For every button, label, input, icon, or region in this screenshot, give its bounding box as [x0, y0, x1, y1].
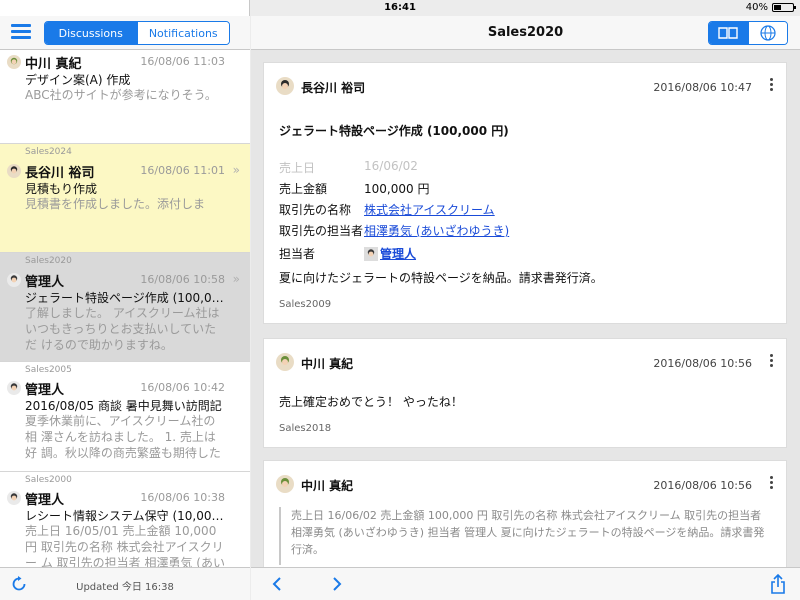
item-preview: ABC社のサイトが参考になりそう。	[25, 88, 217, 102]
status-right: 40%	[745, 2, 796, 13]
chevron-right-icon: »	[232, 163, 240, 177]
battery-percent: 40%	[745, 2, 768, 13]
updated-label: Updated 今日 16:38	[76, 582, 174, 593]
client-name-link[interactable]: 株式会社アイスクリーム	[364, 201, 495, 218]
post-body: 売上確定おめでとう！ やったね！	[279, 395, 463, 409]
post-date: 2016/08/06 10:56	[653, 357, 752, 370]
field-label: 売上金額	[279, 182, 328, 196]
field-label: 取引先の担当者	[279, 224, 364, 238]
detail-content: 長谷川 裕司 2016/08/06 10:47 ジェラート特設ページ作成 (10…	[251, 50, 800, 567]
tab-notifications[interactable]: Notifications	[136, 22, 229, 44]
globe-icon[interactable]	[747, 22, 787, 44]
item-author: 管理人	[25, 275, 65, 290]
avatar	[7, 55, 21, 69]
list-item[interactable]: Sales2024 長谷川 裕司 16/08/06 11:01 » 見積もり作成…	[0, 144, 250, 253]
item-group: Sales2024	[25, 147, 72, 157]
list-item[interactable]: 中川 真紀 16/08/06 11:03 デザイン案(A) 作成 ABC社のサイ…	[0, 50, 250, 144]
detail-footer	[251, 567, 800, 600]
item-subject: 2016/08/05 商談 暑中見舞い訪問記	[25, 399, 222, 413]
list-item[interactable]: Sales2020 管理人 16/08/06 10:58 » ジェラート特設ペー…	[0, 253, 250, 362]
item-date: 16/08/06 10:38	[140, 491, 225, 504]
post-card: 長谷川 裕司 2016/08/06 10:47 ジェラート特設ページ作成 (10…	[263, 62, 787, 324]
item-subject: レシート情報システム保守 (10,000...	[25, 509, 226, 523]
quoted-post: 売上日 16/06/02 売上金額 100,000 円 取引先の名称 株式会社ア…	[279, 507, 767, 565]
discussion-list: 中川 真紀 16/08/06 11:03 デザイン案(A) 作成 ABC社のサイ…	[0, 50, 250, 567]
item-date: 16/08/06 11:03	[140, 55, 225, 68]
discussion-list-pane: Discussions Notifications 中川 真紀 16/08/06…	[0, 0, 250, 600]
field-value: 16/06/02	[364, 159, 418, 173]
owner-value: 管理人	[364, 245, 416, 262]
post-group: Sales2018	[279, 423, 332, 434]
post-date: 2016/08/06 10:47	[653, 81, 752, 94]
post-body: 夏に向けたジェラートの特設ページを納品。請求書発行済。	[279, 271, 603, 285]
item-author: 管理人	[25, 383, 65, 398]
post-card: 中川 真紀 2016/08/06 10:56 売上確定おめでとう！ やったね！ …	[263, 338, 787, 448]
post-card: 中川 真紀 2016/08/06 10:56 売上日 16/06/02 売上金額…	[263, 460, 787, 567]
tab-discussions[interactable]: Discussions	[45, 22, 137, 44]
avatar	[276, 475, 294, 493]
list-footer: Updated 今日 16:38	[0, 567, 250, 600]
hamburger-menu-icon[interactable]	[11, 24, 31, 40]
avatar	[364, 246, 378, 261]
post-title: ジェラート特設ページ作成 (100,000 円)	[279, 124, 509, 138]
view-mode-control	[708, 21, 788, 45]
post-author: 中川 真紀	[301, 479, 354, 493]
item-preview: 見積書を作成しました。添付します。	[25, 197, 206, 211]
avatar	[276, 77, 294, 95]
item-subject: デザイン案(A) 作成	[25, 73, 131, 87]
avatar	[7, 381, 21, 395]
field-label: 取引先の名称	[279, 203, 352, 217]
post-group: Sales2009	[279, 299, 332, 310]
item-date: 16/08/06 10:58	[140, 273, 225, 286]
back-chevron-icon[interactable]	[267, 574, 287, 594]
avatar	[7, 273, 21, 287]
item-preview: 夏季休業前に、アイスクリーム社の相 澤さんを訪ねました。 1. 売上は好 調。秋…	[25, 414, 221, 460]
post-author: 中川 真紀	[301, 357, 354, 371]
client-contact-link[interactable]: 相澤勇気 (あいざわゆうき)	[364, 222, 509, 239]
battery-level	[774, 5, 781, 10]
battery-icon	[772, 3, 796, 12]
avatar	[7, 491, 21, 505]
detail-header: Sales2020	[251, 16, 800, 50]
field-label: 売上日	[279, 161, 316, 175]
item-preview: 了解しました。 アイスクリーム社は いつもきっちりとお支払いしていただ けるので…	[25, 306, 220, 352]
item-group: Sales2000	[25, 475, 72, 485]
item-author: 長谷川 裕司	[25, 166, 95, 181]
share-icon[interactable]	[769, 573, 787, 595]
item-subject: 見積もり作成	[25, 182, 98, 196]
item-author: 中川 真紀	[25, 57, 82, 72]
field-label: 担当者	[279, 247, 316, 261]
item-subject: ジェラート特設ページ作成 (100,000...	[25, 291, 226, 305]
post-author: 長谷川 裕司	[301, 81, 366, 95]
list-segmented-control: Discussions Notifications	[44, 21, 230, 45]
item-preview: 売上日 16/05/01 売上金額 10,000 円 取引先の名称 株式会社アイ…	[25, 524, 225, 567]
forward-chevron-icon[interactable]	[327, 574, 347, 594]
post-date: 2016/08/06 10:56	[653, 479, 752, 492]
more-vertical-icon[interactable]	[768, 77, 774, 93]
avatar	[276, 353, 294, 371]
avatar	[7, 164, 21, 178]
owner-link[interactable]: 管理人	[380, 245, 416, 262]
item-group: Sales2005	[25, 365, 72, 375]
item-group: Sales2020	[25, 256, 72, 266]
list-item[interactable]: Sales2000 管理人 16/08/06 10:38 レシート情報システム保…	[0, 472, 250, 567]
more-vertical-icon[interactable]	[768, 353, 774, 369]
more-vertical-icon[interactable]	[768, 475, 774, 491]
field-value: 100,000 円	[364, 182, 430, 196]
item-date: 16/08/06 11:01	[140, 164, 225, 177]
item-author: 管理人	[25, 493, 65, 508]
book-icon[interactable]	[709, 22, 748, 44]
item-date: 16/08/06 10:42	[140, 381, 225, 394]
chevron-right-icon: »	[232, 272, 240, 286]
list-header: Discussions Notifications	[0, 16, 250, 50]
list-item[interactable]: Sales2005 管理人 16/08/06 10:42 2016/08/05 …	[0, 362, 250, 472]
